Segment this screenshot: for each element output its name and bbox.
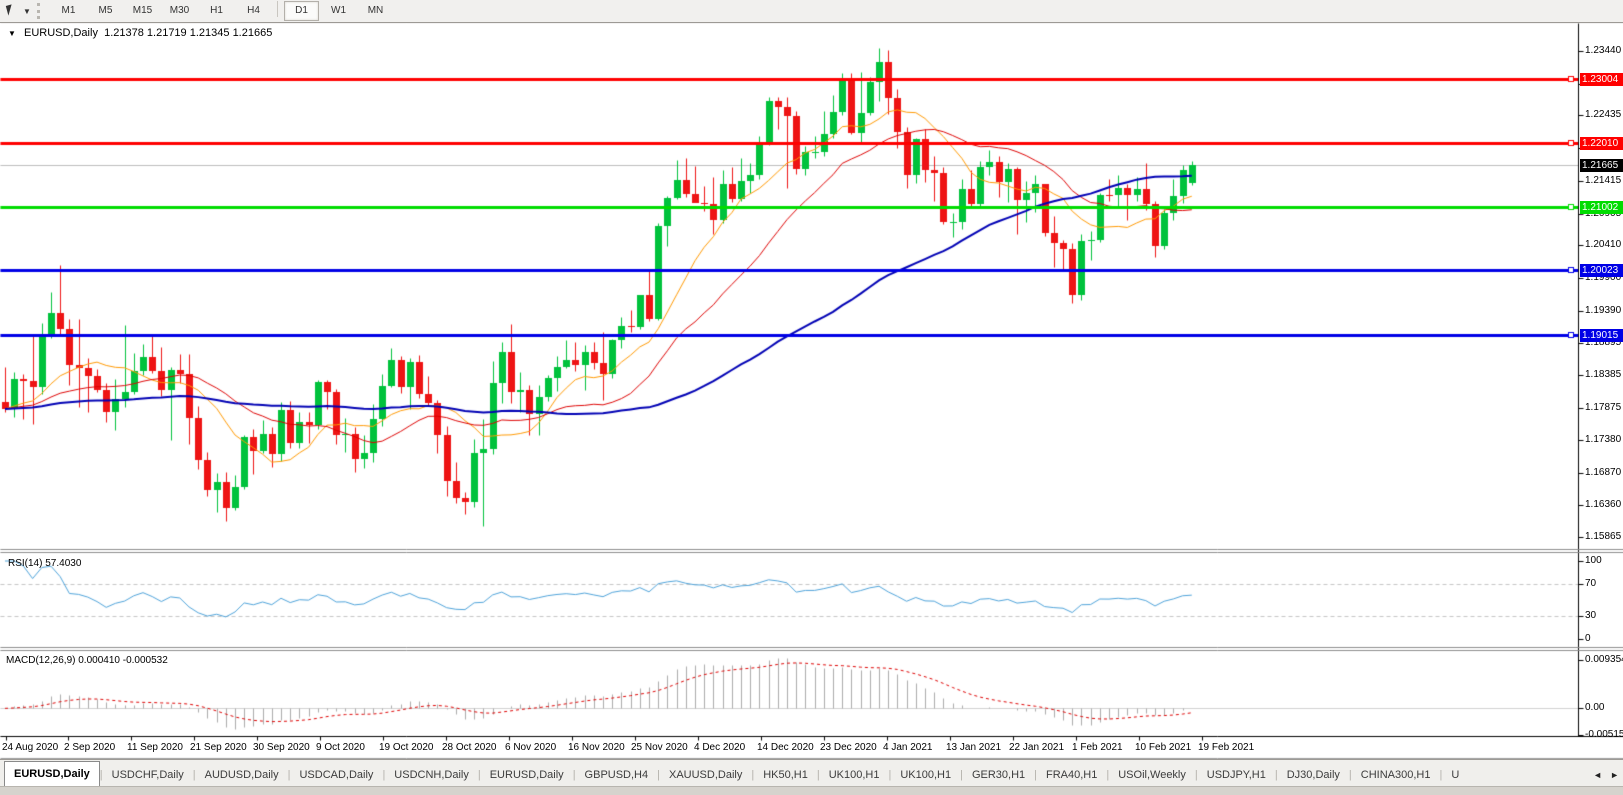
- date-tick-label: 16 Nov 2020: [568, 742, 625, 753]
- date-tick-label: 25 Nov 2020: [631, 742, 688, 753]
- price-line-label: 1.23004: [1580, 73, 1623, 86]
- chart-tab-USDCNH-Daily[interactable]: USDCNH,Daily: [385, 763, 478, 787]
- date-tick-label: 4 Jan 2021: [883, 742, 933, 753]
- date-tick-label: 11 Sep 2020: [127, 742, 183, 753]
- price-line-label: 1.20023: [1580, 264, 1623, 277]
- date-tick-label: 14 Dec 2020: [757, 742, 814, 753]
- date-tick-label: 6 Nov 2020: [505, 742, 556, 753]
- price-chart-canvas[interactable]: [0, 0, 1623, 795]
- cursor-tool-icon[interactable]: [3, 3, 21, 19]
- price-tick-label: 1.20410: [1585, 240, 1621, 250]
- rsi-tick-label: 0: [1585, 634, 1591, 644]
- date-tick-label: 2 Sep 2020: [64, 742, 115, 753]
- chart-tab-USDCAD-Daily[interactable]: USDCAD,Daily: [290, 763, 382, 787]
- price-tick-label: 1.22435: [1585, 110, 1621, 120]
- price-tick-label: 1.16870: [1585, 468, 1621, 478]
- chart-tab-U[interactable]: U: [1442, 763, 1468, 787]
- price-line-label: 1.22010: [1580, 137, 1623, 150]
- date-tick-label: 24 Aug 2020: [2, 742, 58, 753]
- timeframe-button-M15[interactable]: M15: [125, 1, 160, 21]
- date-tick-label: 30 Sep 2020: [253, 742, 310, 753]
- price-tick-label: 1.15865: [1585, 532, 1621, 542]
- macd-tick-label: -0.005156: [1585, 730, 1623, 740]
- chart-tab-AUDUSD-Daily[interactable]: AUDUSD,Daily: [196, 763, 288, 787]
- mt4-chart-window: ▼ M1M5M15M30H1H4 D1W1MN ▼ EURUSD,Daily 1.…: [0, 0, 1623, 795]
- chart-tab-GER30-H1[interactable]: GER30,H1: [963, 763, 1034, 787]
- timeframe-button-MN[interactable]: MN: [358, 1, 393, 21]
- price-tick-label: 1.23440: [1585, 46, 1621, 56]
- chart-tab-XAUUSD-Daily[interactable]: XAUUSD,Daily: [660, 763, 751, 787]
- chart-tab-FRA40-H1[interactable]: FRA40,H1: [1037, 763, 1106, 787]
- chart-tab-HK50-H1[interactable]: HK50,H1: [754, 763, 817, 787]
- ohlc-open: 1.21378: [104, 27, 144, 39]
- rsi-indicator-label: RSI(14) 57.4030: [8, 558, 81, 569]
- status-bar: [0, 786, 1623, 795]
- chart-symbol-label: EURUSD,Daily: [24, 27, 98, 39]
- timeframe-buttons: M1M5M15M30H1H4 D1W1MN: [50, 1, 394, 21]
- timeframe-button-M1[interactable]: M1: [51, 1, 86, 21]
- date-tick-label: 13 Jan 2021: [946, 742, 1001, 753]
- timeframe-button-H4[interactable]: H4: [236, 1, 271, 21]
- macd-tick-label: 0.009354: [1585, 655, 1623, 665]
- date-tick-label: 1 Feb 2021: [1072, 742, 1123, 753]
- macd-tick-label: 0.00: [1585, 703, 1604, 713]
- rsi-tick-label: 70: [1585, 579, 1596, 589]
- chart-tab-USDCHF-Daily[interactable]: USDCHF,Daily: [103, 763, 193, 787]
- rsi-tick-label: 100: [1585, 556, 1602, 566]
- chart-tab-USOil-Weekly[interactable]: USOil,Weekly: [1109, 763, 1195, 787]
- tabs-scroll-left-icon[interactable]: ◄: [1589, 763, 1606, 787]
- chart-menu-icon[interactable]: ▼: [8, 29, 16, 38]
- timeframe-button-M30[interactable]: M30: [162, 1, 197, 21]
- timeframe-toolbar: ▼ M1M5M15M30H1H4 D1W1MN: [0, 0, 1623, 23]
- price-tick-label: 1.19390: [1585, 306, 1621, 316]
- chart-tab-USDJPY-H1[interactable]: USDJPY,H1: [1198, 763, 1275, 787]
- date-tick-label: 19 Oct 2020: [379, 742, 433, 753]
- timeframe-button-M5[interactable]: M5: [88, 1, 123, 21]
- date-tick-label: 19 Feb 2021: [1198, 742, 1254, 753]
- price-tick-label: 1.18385: [1585, 370, 1621, 380]
- date-tick-label: 28 Oct 2020: [442, 742, 496, 753]
- chart-tab-UK100-H1[interactable]: UK100,H1: [891, 763, 960, 787]
- current-price-label: 1.21665: [1580, 159, 1623, 172]
- chart-tab-EURUSD-Daily[interactable]: EURUSD,Daily: [4, 761, 100, 787]
- price-tick-label: 1.21415: [1585, 176, 1621, 186]
- rsi-tick-label: 30: [1585, 611, 1596, 621]
- timeframe-button-D1[interactable]: D1: [284, 1, 319, 21]
- date-tick-label: 4 Dec 2020: [694, 742, 745, 753]
- date-tick-label: 10 Feb 2021: [1135, 742, 1191, 753]
- ohlc-high: 1.21719: [147, 27, 187, 39]
- ohlc-close: 1.21665: [233, 27, 273, 39]
- date-tick-label: 9 Oct 2020: [316, 742, 365, 753]
- chart-header: ▼ EURUSD,Daily 1.21378 1.21719 1.21345 1…: [8, 27, 272, 39]
- price-line-label: 1.21002: [1580, 201, 1623, 214]
- timeframe-button-W1[interactable]: W1: [321, 1, 356, 21]
- chart-tab-CHINA300-H1[interactable]: CHINA300,H1: [1352, 763, 1440, 787]
- price-tick-label: 1.17380: [1585, 435, 1621, 445]
- price-tick-label: 1.16360: [1585, 500, 1621, 510]
- cursor-tool-dropdown-icon[interactable]: ▼: [21, 7, 33, 16]
- toolbar-separator: [277, 1, 278, 17]
- date-tick-label: 22 Jan 2021: [1009, 742, 1064, 753]
- toolbar-grip-handle[interactable]: [37, 3, 45, 19]
- macd-indicator-label: MACD(12,26,9) 0.000410 -0.000532: [6, 655, 168, 666]
- price-tick-label: 1.17875: [1585, 403, 1621, 413]
- chart-tab-bar: EURUSD,Daily|USDCHF,Daily|AUDUSD,Daily|U…: [0, 759, 1623, 787]
- ohlc-low: 1.21345: [190, 27, 230, 39]
- date-tick-label: 21 Sep 2020: [190, 742, 247, 753]
- timeframe-button-H1[interactable]: H1: [199, 1, 234, 21]
- price-line-label: 1.19015: [1580, 329, 1623, 342]
- chart-tab-EURUSD-Daily[interactable]: EURUSD,Daily: [481, 763, 573, 787]
- chart-tab-UK100-H1[interactable]: UK100,H1: [820, 763, 889, 787]
- chart-tab-DJ30-Daily[interactable]: DJ30,Daily: [1278, 763, 1349, 787]
- chart-tab-GBPUSD-H4[interactable]: GBPUSD,H4: [576, 763, 658, 787]
- tabs-scroll-right-icon[interactable]: ►: [1606, 763, 1623, 787]
- date-tick-label: 23 Dec 2020: [820, 742, 877, 753]
